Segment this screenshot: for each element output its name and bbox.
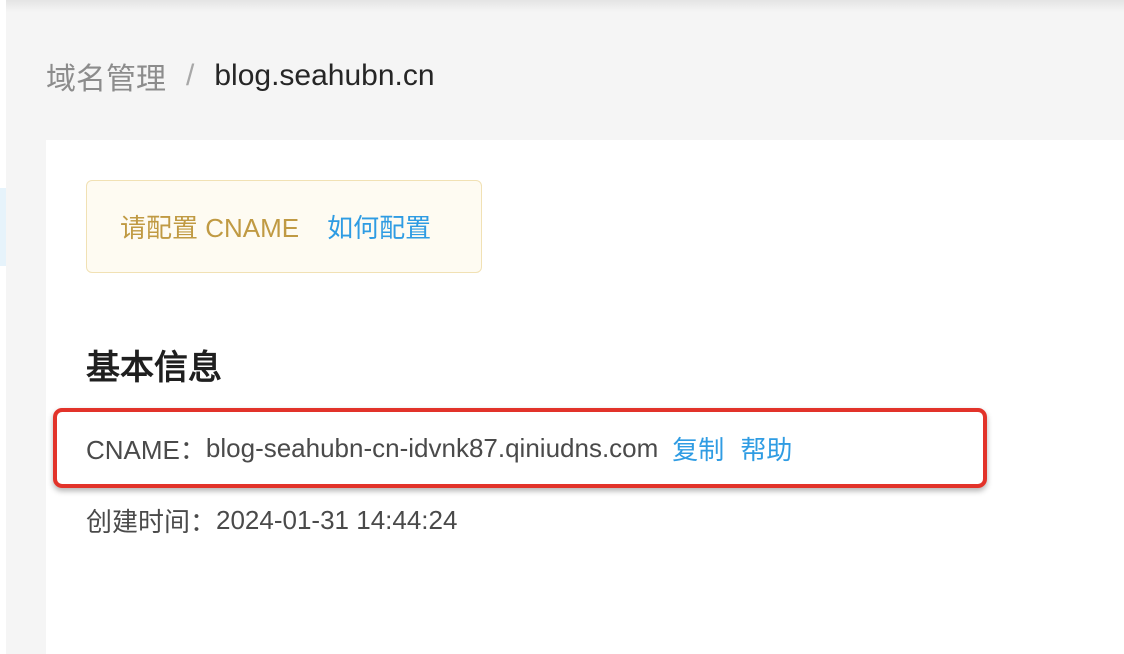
- breadcrumb: 域名管理 / blog.seahubn.cn: [46, 54, 435, 98]
- help-link[interactable]: 帮助: [740, 430, 792, 467]
- left-sidebar-edge: [0, 0, 6, 654]
- cname-value: blog-seahubn-cn-idvnk87.qiniudns.com: [205, 433, 659, 463]
- top-shadow: [0, 0, 1124, 12]
- created-time-value: 2024-01-31 14:44:24: [216, 505, 458, 535]
- breadcrumb-separator: /: [186, 59, 195, 92]
- breadcrumb-domain-management[interactable]: 域名管理: [46, 54, 166, 98]
- cname-label: CNAME：: [86, 435, 206, 465]
- alert-message: 请配置 CNAME: [120, 213, 300, 243]
- created-time-label: 创建时间：: [86, 507, 217, 537]
- left-sidebar-active-edge: [0, 188, 6, 266]
- how-to-configure-link[interactable]: 如何配置: [327, 208, 431, 245]
- copy-cname-button[interactable]: 复制: [672, 430, 724, 467]
- domain-detail-card: 请配置 CNAME 如何配置 基本信息 CNAME： blog-seahubn-…: [46, 140, 1124, 654]
- section-title-basic-info: 基本信息: [86, 349, 222, 387]
- breadcrumb-current-domain: blog.seahubn.cn: [214, 59, 435, 92]
- created-time-row: 创建时间： 2024-01-31 14:44:24: [86, 502, 457, 539]
- cname-row: CNAME： blog-seahubn-cn-idvnk87.qiniudns.…: [86, 430, 792, 467]
- cname-config-alert: 请配置 CNAME 如何配置: [86, 180, 482, 273]
